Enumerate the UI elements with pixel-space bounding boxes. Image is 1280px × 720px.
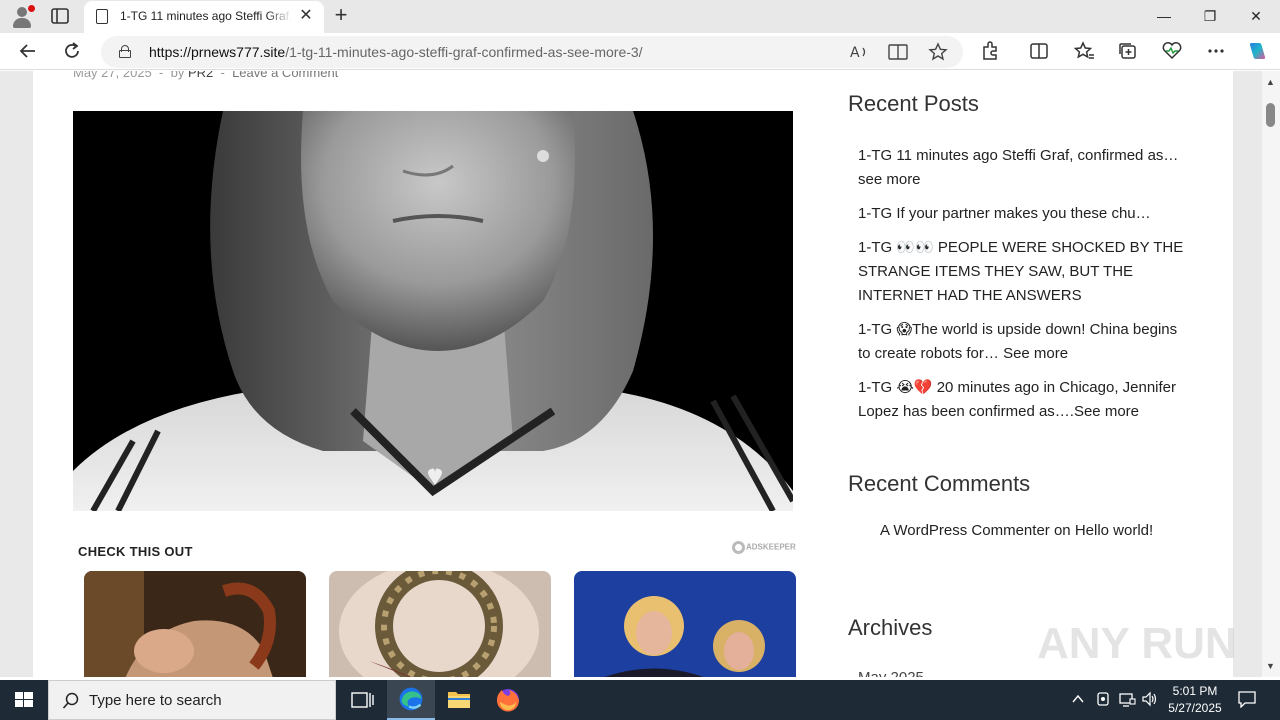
address-bar[interactable]: https://prnews777.site/1-tg-11-minutes-a… bbox=[101, 36, 963, 68]
url-text[interactable]: https://prnews777.site/1-tg-11-minutes-a… bbox=[149, 44, 643, 60]
minimize-button[interactable]: — bbox=[1141, 0, 1187, 32]
taskbar-search-box[interactable]: Type here to search bbox=[48, 680, 336, 720]
svg-text:A: A bbox=[850, 45, 860, 61]
recent-post-link[interactable]: 1-TG 😱The world is upside down! China be… bbox=[858, 318, 1188, 366]
search-placeholder: Type here to search bbox=[89, 692, 222, 709]
archive-link[interactable]: May 2025 bbox=[858, 669, 924, 677]
start-windows-icon[interactable] bbox=[0, 680, 48, 720]
ad-card-image[interactable] bbox=[574, 571, 796, 677]
featured-image bbox=[73, 111, 793, 511]
new-tab-button[interactable]: + bbox=[330, 4, 352, 28]
tab-close-icon[interactable]: ✕ bbox=[298, 7, 314, 25]
close-window-button[interactable]: ✕ bbox=[1233, 0, 1279, 32]
favorites-icon[interactable] bbox=[1071, 39, 1097, 63]
page-content: May 27, 2025 - by PR2 - Leave a Comment bbox=[33, 71, 1233, 677]
profile-avatar-icon[interactable] bbox=[10, 5, 35, 29]
refresh-icon[interactable] bbox=[59, 39, 85, 63]
recent-comment: A WordPress Commenter on Hello world! bbox=[880, 522, 1154, 539]
lock-icon[interactable] bbox=[119, 45, 131, 58]
archives-title: Archives bbox=[848, 615, 933, 640]
post-author-link[interactable]: PR2 bbox=[188, 71, 213, 80]
browser-tab[interactable]: 1-TG 11 minutes ago Steffi Graf, confirm… bbox=[84, 1, 324, 33]
show-hidden-icons-chevron-icon[interactable] bbox=[1070, 690, 1086, 708]
ad-card-image[interactable] bbox=[84, 571, 306, 677]
back-arrow-icon[interactable] bbox=[15, 39, 41, 63]
leave-comment-link[interactable]: Leave a Comment bbox=[232, 71, 338, 80]
restore-button[interactable]: ❐ bbox=[1187, 0, 1233, 32]
svg-text:ANY RUN: ANY RUN bbox=[1037, 619, 1237, 668]
ads-heading: CHECK THIS OUT bbox=[78, 544, 193, 559]
recent-posts-title: Recent Posts bbox=[848, 91, 979, 116]
taskbar-clock[interactable]: 5:01 PM 5/27/2025 bbox=[1160, 683, 1230, 717]
notifications-icon[interactable] bbox=[1237, 690, 1257, 708]
comment-author-link[interactable]: A WordPress Commenter bbox=[880, 522, 1050, 539]
post-meta: May 27, 2025 - by PR2 - Leave a Comment bbox=[73, 71, 338, 80]
post-date[interactable]: May 27, 2025 bbox=[73, 71, 152, 80]
immersive-reader-icon[interactable] bbox=[887, 41, 909, 63]
browser-essentials-icon[interactable] bbox=[1159, 39, 1185, 63]
recent-post-link[interactable]: 1-TG If your partner makes you these chu… bbox=[858, 202, 1188, 226]
browser-titlebar: 1-TG 11 minutes ago Steffi Graf, confirm… bbox=[0, 0, 1280, 33]
browser-toolbar: https://prnews777.site/1-tg-11-minutes-a… bbox=[0, 33, 1280, 70]
comment-post-link[interactable]: Hello world! bbox=[1075, 522, 1153, 539]
network-icon[interactable] bbox=[1118, 690, 1136, 708]
tab-title: 1-TG 11 minutes ago Steffi Graf, confirm… bbox=[120, 9, 292, 23]
page-icon bbox=[96, 9, 108, 24]
page-viewport: May 27, 2025 - by PR2 - Leave a Comment bbox=[0, 71, 1262, 677]
more-options-icon[interactable] bbox=[1203, 39, 1229, 63]
ad-card-image[interactable] bbox=[329, 571, 551, 677]
favorite-star-icon[interactable] bbox=[927, 41, 949, 63]
clock-time: 5:01 PM bbox=[1172, 684, 1218, 698]
split-screen-icon[interactable] bbox=[1026, 39, 1052, 63]
volume-icon[interactable] bbox=[1141, 690, 1159, 708]
recent-comments-title: Recent Comments bbox=[848, 471, 1031, 496]
read-aloud-icon[interactable]: A bbox=[848, 41, 870, 63]
file-explorer-icon[interactable] bbox=[435, 680, 483, 720]
recent-post-link[interactable]: 1-TG 👀👀 PEOPLE WERE SHOCKED BY THE STRAN… bbox=[858, 236, 1188, 308]
copilot-icon[interactable] bbox=[1244, 39, 1270, 63]
collections-icon[interactable] bbox=[1115, 39, 1141, 63]
recent-post-link[interactable]: 1-TG 😭💔 20 minutes ago in Chicago, Jenni… bbox=[858, 376, 1188, 424]
edge-taskbar-icon[interactable] bbox=[387, 680, 435, 720]
windows-taskbar: Type here to search 5:01 PM 5/27/2025 bbox=[0, 680, 1280, 720]
recent-post-link[interactable]: 1-TG 11 minutes ago Steffi Graf, confirm… bbox=[858, 144, 1188, 192]
search-icon bbox=[62, 692, 79, 709]
scroll-down-icon[interactable]: ▼ bbox=[1266, 661, 1275, 671]
clock-date: 5/27/2025 bbox=[1168, 701, 1222, 715]
by-label: by bbox=[170, 71, 185, 80]
extensions-icon[interactable] bbox=[978, 39, 1004, 63]
tab-actions-icon[interactable] bbox=[50, 7, 70, 25]
meet-now-icon[interactable] bbox=[1095, 690, 1111, 708]
anyrun-watermark: ANY RUN bbox=[1037, 619, 1237, 668]
firefox-icon[interactable] bbox=[484, 680, 532, 720]
scroll-up-icon[interactable]: ▲ bbox=[1266, 77, 1275, 87]
adskeeper-logo[interactable]: ADSKEEPER bbox=[732, 541, 796, 554]
task-view-icon[interactable] bbox=[338, 680, 386, 720]
scroll-thumb[interactable] bbox=[1266, 103, 1275, 127]
vertical-scrollbar[interactable]: ▲ ▼ bbox=[1262, 71, 1280, 677]
